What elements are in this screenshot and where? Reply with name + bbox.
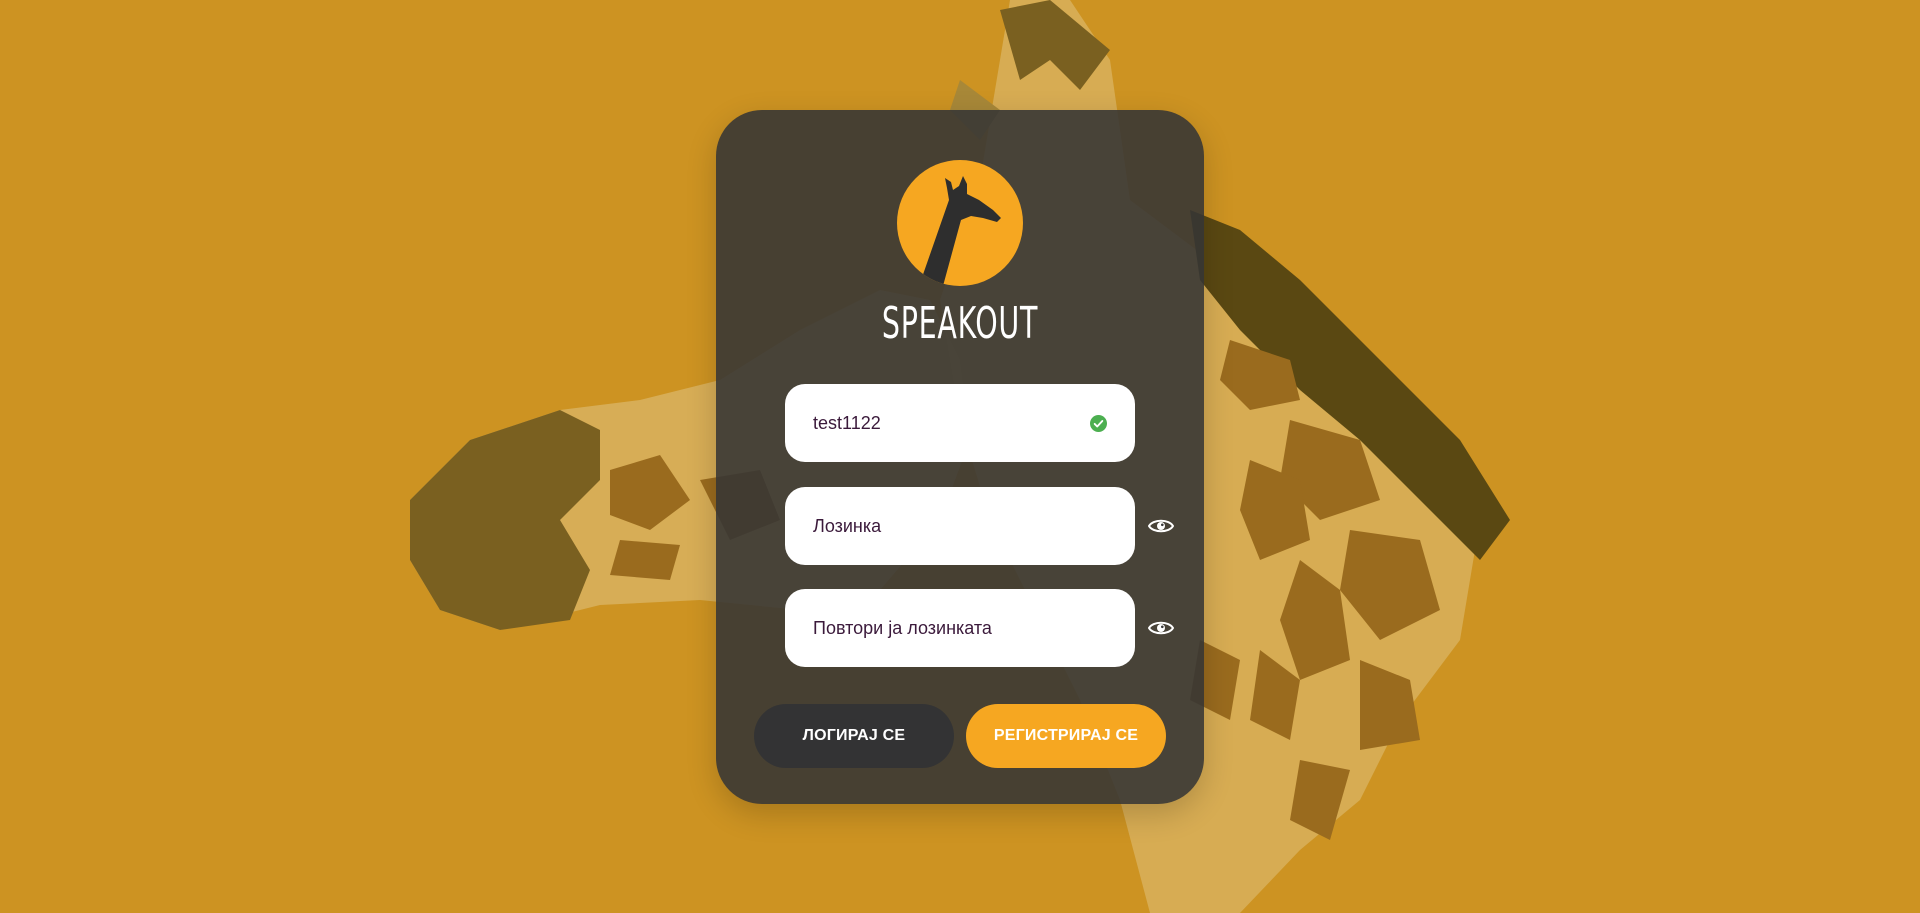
password-visibility-eye-icon[interactable] [1148,517,1174,535]
password-field-container [785,487,1135,565]
password-input[interactable] [813,487,1083,565]
repeat-password-visibility-eye-icon[interactable] [1148,619,1174,637]
register-button[interactable]: РЕГИСТРИРАЈ СЕ [966,704,1166,768]
username-field-container [785,384,1135,462]
login-button[interactable]: ЛОГИРАЈ СЕ [754,704,954,768]
signup-card: SPEAKOUT ЛОГИРАЈ СЕ РЕГИСТРИРАЈ СЕ [716,110,1204,804]
repeat-password-field-container [785,589,1135,667]
giraffe-logo-icon [897,160,1023,286]
repeat-password-input[interactable] [813,589,1083,667]
brand-name: SPEAKOUT [881,298,1039,349]
check-circle-icon [1090,415,1107,432]
username-input[interactable] [813,384,1083,462]
